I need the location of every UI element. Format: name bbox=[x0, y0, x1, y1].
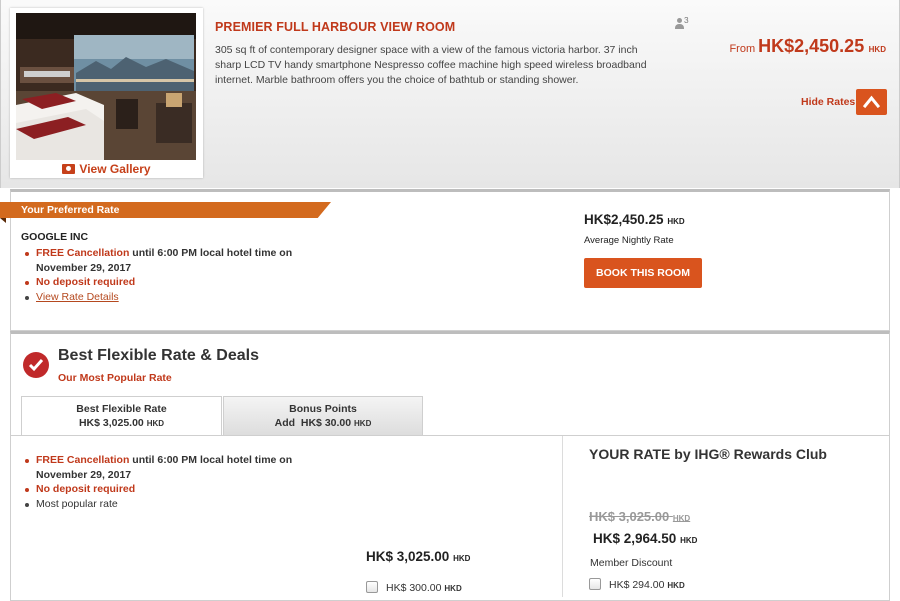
flexible-price-currency: HKD bbox=[453, 554, 471, 563]
tab-price-row: Add HK$ 30.00 HKD bbox=[224, 417, 422, 431]
best-flexible-subtitle: Our Most Popular Rate bbox=[58, 372, 172, 384]
flexible-benefits-list: FREE Cancellation until 6:00 PM local ho… bbox=[21, 453, 341, 511]
list-item: View Rate Details bbox=[21, 290, 341, 305]
list-item: Most popular rate bbox=[21, 497, 341, 512]
tab-bonus-points[interactable]: Bonus Points Add HK$ 30.00 HKD bbox=[223, 396, 423, 436]
list-item: FREE Cancellation until 6:00 PM local ho… bbox=[21, 453, 341, 482]
addon-checkbox[interactable] bbox=[366, 581, 378, 593]
addon-currency: HKD bbox=[444, 584, 462, 593]
rate-divider bbox=[562, 436, 563, 597]
preferred-price: HK$2,450.25 HKD bbox=[584, 212, 685, 227]
preferred-benefits-list: FREE Cancellation until 6:00 PM local ho… bbox=[21, 246, 341, 304]
person-icon bbox=[675, 18, 684, 30]
preferred-price-amount: HK$2,450.25 bbox=[584, 212, 664, 227]
benefit-text: Most popular rate bbox=[36, 497, 118, 510]
room-title[interactable]: PREMIER FULL HARBOUR VIEW ROOM bbox=[215, 20, 455, 34]
tab-underline bbox=[11, 435, 889, 436]
max-guests: 3 bbox=[675, 15, 689, 30]
member-price-amount: HK$ 2,964.50 bbox=[593, 531, 677, 546]
company-name: GOOGLE INC bbox=[21, 231, 89, 243]
tab-best-flexible-rate[interactable]: Best Flexible Rate HK$ 3,025.00 HKD bbox=[21, 396, 222, 436]
hide-rates-button[interactable] bbox=[856, 89, 887, 115]
chevron-up-icon bbox=[863, 95, 880, 108]
camera-icon bbox=[62, 164, 76, 174]
from-price-amount: HK$2,450.25 bbox=[758, 36, 865, 56]
addon-price: HK$ 300.00 bbox=[386, 582, 442, 594]
max-guests-count: 3 bbox=[684, 15, 689, 25]
tab-price: HK$ 30.00 bbox=[300, 416, 352, 429]
list-item: FREE Cancellation until 6:00 PM local ho… bbox=[21, 246, 341, 275]
addon-checkbox-row[interactable]: HK$ 300.00 HKD bbox=[366, 581, 462, 594]
original-price-currency: HKD bbox=[672, 514, 691, 523]
benefit-highlight: FREE Cancellation bbox=[36, 247, 130, 259]
original-price: HK$ 3,025.00 HKD bbox=[589, 509, 690, 524]
best-flexible-title: Best Flexible Rate & Deals bbox=[58, 347, 259, 364]
member-discount-label: Member Discount bbox=[590, 557, 673, 569]
room-thumbnail-card[interactable]: View Gallery bbox=[10, 8, 203, 178]
tab-prefix: Add bbox=[274, 416, 296, 429]
ihg-rate-title: YOUR RATE by IHG® Rewards Club bbox=[589, 446, 827, 462]
original-price-amount: HK$ 3,025.00 bbox=[589, 509, 670, 524]
from-price-currency: HKD bbox=[868, 45, 886, 54]
checkmark-icon bbox=[28, 359, 44, 372]
tab-label: Best Flexible Rate bbox=[76, 403, 167, 415]
book-this-room-button[interactable]: BOOK THIS ROOM bbox=[584, 258, 702, 288]
preferred-rate-ribbon-label: Your Preferred Rate bbox=[21, 204, 120, 216]
room-description: 305 sq ft of contemporary designer space… bbox=[215, 44, 647, 86]
flexible-price-amount: HK$ 3,025.00 bbox=[366, 549, 450, 564]
view-gallery-link[interactable]: View Gallery bbox=[10, 162, 203, 176]
list-item: No deposit required bbox=[21, 482, 341, 497]
from-label: From bbox=[729, 43, 756, 55]
member-addon-checkbox[interactable] bbox=[589, 578, 601, 590]
flexible-price: HK$ 3,025.00 HKD bbox=[366, 549, 470, 564]
member-addon-price: HK$ 294.00 bbox=[609, 579, 665, 591]
benefit-highlight: No deposit required bbox=[36, 276, 136, 288]
member-addon-currency: HKD bbox=[667, 581, 685, 590]
view-rate-details-link[interactable]: View Rate Details bbox=[36, 291, 119, 303]
benefit-highlight: FREE Cancellation bbox=[36, 454, 130, 466]
member-addon-checkbox-row[interactable]: HK$ 294.00 HKD bbox=[589, 578, 685, 591]
tab-price-row: HK$ 3,025.00 HKD bbox=[22, 417, 221, 431]
tab-price: HK$ 3,025.00 bbox=[78, 416, 144, 429]
list-item: No deposit required bbox=[21, 275, 341, 290]
tab-currency: HKD bbox=[354, 418, 372, 428]
hide-rates-label[interactable]: Hide Rates bbox=[801, 96, 855, 108]
view-gallery-label: View Gallery bbox=[79, 162, 151, 176]
preferred-price-currency: HKD bbox=[667, 217, 685, 226]
tab-currency: HKD bbox=[146, 418, 165, 428]
checkmark-circle-icon bbox=[23, 352, 49, 378]
room-photo-image bbox=[16, 13, 196, 160]
benefit-highlight: No deposit required bbox=[36, 483, 136, 495]
average-nightly-rate-label: Average Nightly Rate bbox=[584, 235, 674, 246]
from-price: From HK$2,450.25 HKD bbox=[729, 36, 886, 57]
member-price-currency: HKD bbox=[680, 536, 698, 545]
tab-label: Bonus Points bbox=[289, 403, 357, 415]
ribbon-fold bbox=[0, 218, 6, 223]
room-photo[interactable] bbox=[16, 13, 196, 160]
member-price: HK$ 2,964.50 HKD bbox=[593, 531, 697, 546]
